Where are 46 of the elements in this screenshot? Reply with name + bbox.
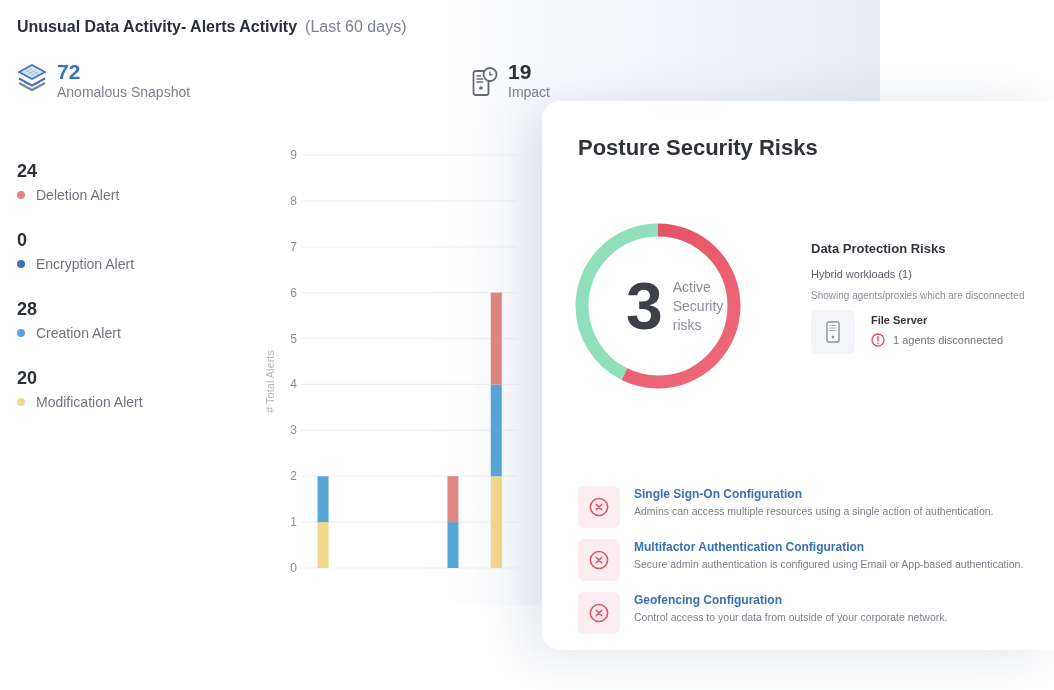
- y-axis-label: # Total Alerts: [264, 350, 276, 413]
- period-label: (Last 60 days): [305, 17, 407, 37]
- y-tick-label: 6: [290, 285, 297, 300]
- legend-label: Encryption Alert: [36, 255, 135, 273]
- document-clock-icon: [472, 66, 498, 98]
- bar-segment: [317, 476, 329, 523]
- stat-value: 72: [57, 60, 82, 84]
- y-tick-label: 0: [290, 561, 297, 575]
- stat-label: Anomalous Snapshot: [57, 84, 191, 101]
- bar-segment: [447, 522, 459, 568]
- y-tick-label: 8: [290, 193, 297, 208]
- risk-link[interactable]: Geofencing Configuration: [634, 593, 782, 608]
- risk-description: Control access to your data from outside of your corporate network.: [634, 610, 948, 624]
- alert-count: 20: [17, 367, 38, 389]
- risk-description: Secure admin authentication is configured using Email or App-based authentication.: [634, 557, 1024, 571]
- risk-count-label: Active Security risks: [672, 277, 725, 335]
- resource-status: 1 agents disconnected: [893, 333, 1004, 347]
- y-tick-label: 3: [290, 423, 297, 438]
- risk-description: Admins can access multiple resources using a single action of authentication.: [634, 504, 994, 518]
- stat-label: Impact: [508, 84, 550, 101]
- panel-title: Unusual Data Activity- Alerts Activity: [17, 17, 298, 37]
- y-tick-label: 2: [290, 469, 297, 484]
- risk-link[interactable]: Multifactor Authentication Configuration: [634, 540, 865, 555]
- legend-label: Creation Alert: [36, 324, 121, 342]
- legend-label: Deletion Alert: [36, 186, 120, 204]
- bar-segment: [317, 522, 329, 568]
- alert-count: 28: [17, 298, 38, 320]
- y-tick-label: 1: [290, 515, 297, 530]
- y-tick-label: 5: [290, 331, 297, 346]
- risk-count: 3: [626, 273, 663, 339]
- bar-segment: [447, 476, 459, 523]
- section-subtitle: Hybrid workloads (1): [811, 267, 912, 281]
- y-tick-label: 9: [290, 148, 297, 162]
- alert-count: 24: [17, 160, 38, 182]
- legend-label: Modification Alert: [36, 393, 143, 411]
- card-title: Posture Security Risks: [578, 134, 818, 162]
- stat-value: 19: [508, 60, 533, 84]
- risk-link[interactable]: Single Sign-On Configuration: [634, 487, 802, 502]
- alert-count: 0: [17, 229, 27, 251]
- server-icon: [811, 310, 855, 354]
- y-tick-label: 4: [290, 377, 297, 392]
- resource-name: File Server: [871, 313, 928, 327]
- y-tick-label: 7: [290, 239, 297, 254]
- alert-circle-icon: [871, 333, 885, 347]
- section-title: Data Protection Risks: [811, 241, 946, 257]
- section-note: Showing agents/proxies which are disconnected: [811, 289, 1025, 302]
